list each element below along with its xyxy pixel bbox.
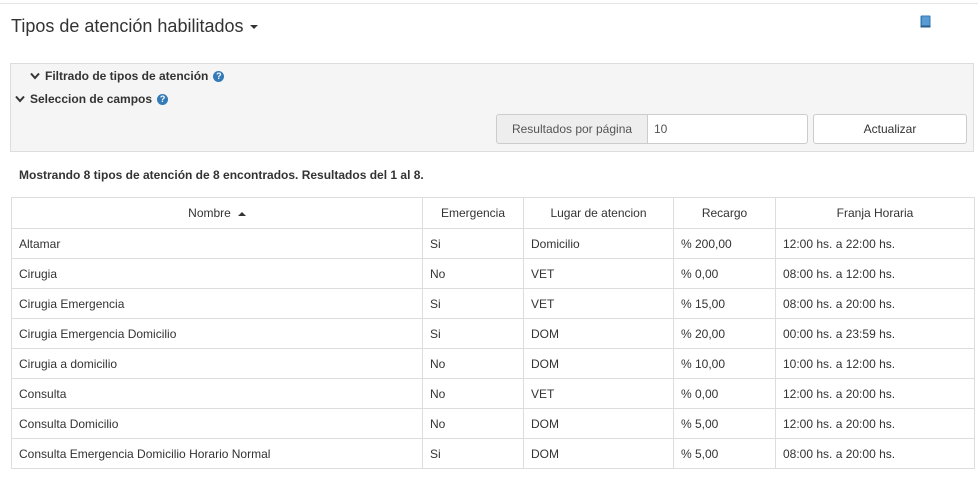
cell-lugar: Domicilio [523,228,674,259]
table-row: Cirugia No VET % 0,00 08:00 hs. a 12:00 … [11,258,975,289]
filter-toggle-label: Filtrado de tipos de atención [45,69,209,83]
cell-franja: 10:00 hs. a 12:00 hs. [775,348,975,379]
caret-down-icon [249,25,258,29]
cell-franja: 08:00 hs. a 12:00 hs. [775,258,975,289]
cell-lugar: VET [523,288,674,319]
filter-panel: Filtrado de tipos de atención ? Seleccio… [10,63,974,152]
chevron-down-icon [30,72,40,80]
column-header-emergencia[interactable]: Emergencia [422,197,524,229]
cell-lugar: VET [523,258,674,289]
cell-recargo: % 20,00 [673,318,776,349]
help-icon[interactable]: ? [157,93,169,105]
help-icon[interactable]: ? [213,70,225,82]
cell-emergencia: Si [422,438,524,469]
cell-franja: 12:00 hs. a 20:00 hs. [775,378,975,409]
table-row: Cirugia Emergencia Si VET % 15,00 08:00 … [11,288,975,319]
column-header-recargo[interactable]: Recargo [673,197,776,229]
cell-franja: 08:00 hs. a 20:00 hs. [775,288,975,319]
cell-nombre: Cirugia Emergencia [11,288,423,319]
cell-emergencia: Si [422,228,524,259]
cell-nombre: Consulta Emergencia Domicilio Horario No… [11,438,423,469]
cell-nombre: Cirugia Emergencia Domicilio [11,318,423,349]
cell-recargo: % 0,00 [673,258,776,289]
fields-toggle-label: Seleccion de campos [30,92,153,106]
page-title: Tipos de atención habilitados [11,15,244,36]
cell-lugar: DOM [523,318,674,349]
cell-franja: 12:00 hs. a 22:00 hs. [775,228,975,259]
cell-recargo: % 10,00 [673,348,776,379]
cell-emergencia: Si [422,318,524,349]
results-summary: Mostrando 8 tipos de atención de 8 encon… [19,168,424,182]
sort-asc-icon [237,211,246,216]
cell-lugar: DOM [523,438,674,469]
cell-recargo: % 5,00 [673,408,776,439]
table-row: Cirugia a domicilio No DOM % 10,00 10:00… [11,348,975,379]
fields-toggle[interactable]: Seleccion de campos ? [15,92,169,106]
table-row: Altamar Si Domicilio % 200,00 12:00 hs. … [11,228,975,259]
cell-nombre: Consulta Domicilio [11,408,423,439]
results-per-page-input[interactable] [647,114,808,144]
update-button[interactable]: Actualizar [813,114,967,144]
cell-nombre: Altamar [11,228,423,259]
cell-emergencia: No [422,378,524,409]
cell-franja: 00:00 hs. a 23:59 hs. [775,318,975,349]
cell-lugar: DOM [523,348,674,379]
top-divider [0,3,978,4]
page-title-dropdown[interactable]: Tipos de atención habilitados [11,15,258,37]
cell-nombre: Cirugia [11,258,423,289]
table-row: Consulta Domicilio No DOM % 5,00 12:00 h… [11,408,975,439]
table-row: Consulta No VET % 0,00 12:00 hs. a 20:00… [11,378,975,409]
cell-emergencia: Si [422,288,524,319]
cell-recargo: % 200,00 [673,228,776,259]
column-header-nombre[interactable]: Nombre [11,197,423,229]
table-header-row: Nombre Emergencia Lugar de atencion Reca… [11,197,975,229]
cell-nombre: Consulta [11,378,423,409]
cell-recargo: % 0,00 [673,378,776,409]
attention-types-table: Nombre Emergencia Lugar de atencion Reca… [11,197,975,469]
cell-lugar: DOM [523,408,674,439]
table-row: Cirugia Emergencia Domicilio Si DOM % 20… [11,318,975,349]
cell-recargo: % 5,00 [673,438,776,469]
cell-franja: 08:00 hs. a 20:00 hs. [775,438,975,469]
column-header-franja[interactable]: Franja Horaria [775,197,975,229]
book-icon[interactable] [920,15,931,28]
column-header-lugar[interactable]: Lugar de atencion [523,197,674,229]
chevron-down-icon [15,95,25,103]
cell-franja: 12:00 hs. a 20:00 hs. [775,408,975,439]
cell-emergencia: No [422,348,524,379]
results-per-page-label: Resultados por página [496,114,648,144]
cell-emergencia: No [422,258,524,289]
filter-toggle[interactable]: Filtrado de tipos de atención ? [30,69,225,83]
cell-nombre: Cirugia a domicilio [11,348,423,379]
cell-emergencia: No [422,408,524,439]
cell-recargo: % 15,00 [673,288,776,319]
table-row: Consulta Emergencia Domicilio Horario No… [11,438,975,469]
cell-lugar: VET [523,378,674,409]
